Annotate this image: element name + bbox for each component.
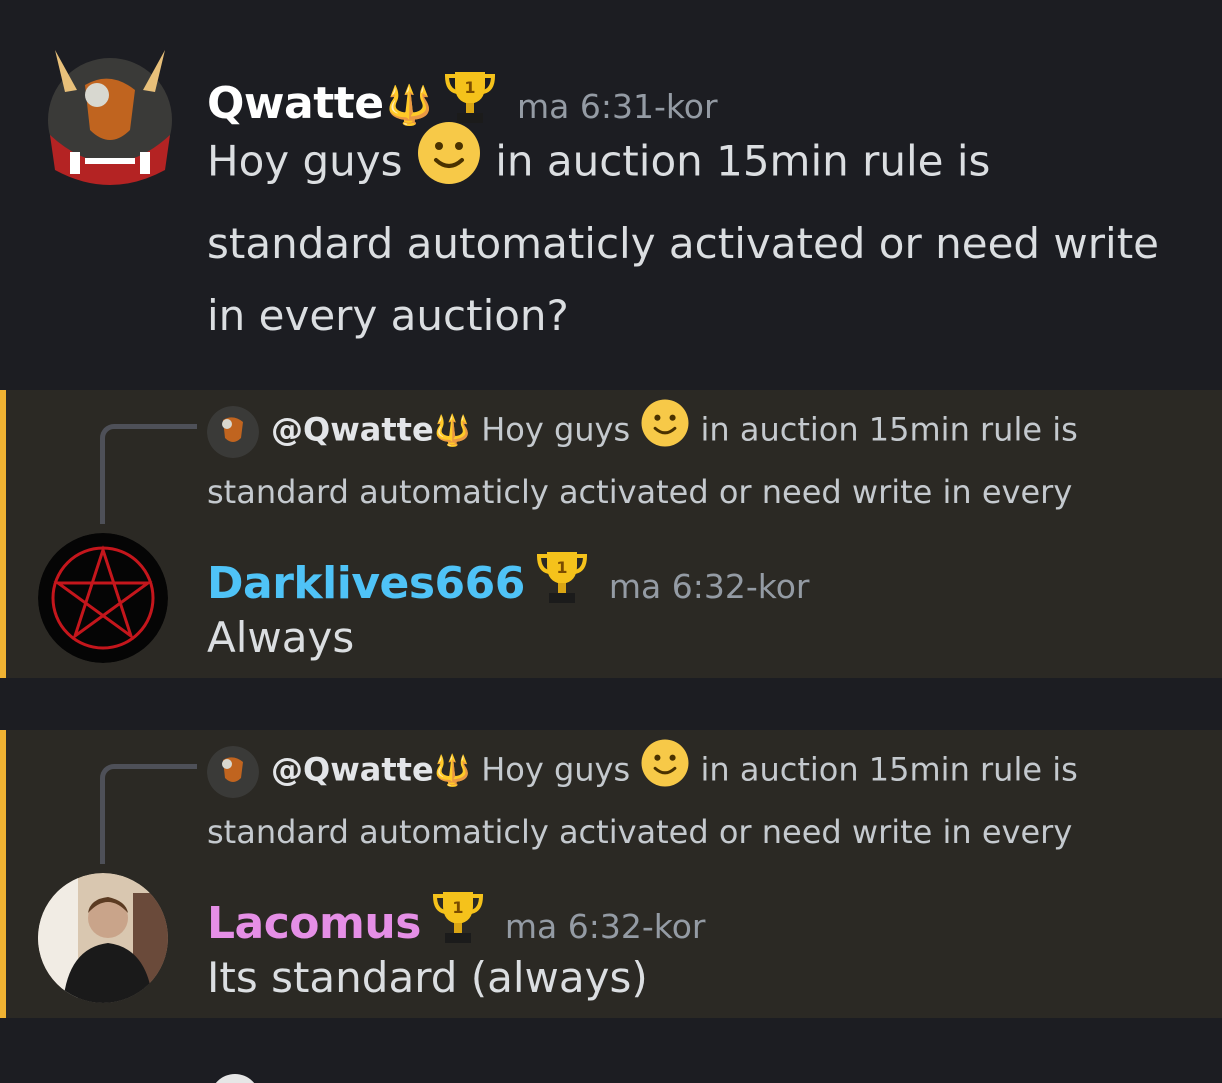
message-content: Always xyxy=(207,613,355,662)
avatar-qwatte-mini xyxy=(207,745,259,798)
slightly-smiling-face-icon xyxy=(640,398,690,465)
reply-preview[interactable]: @Qwatte🔱 Hoy guys in auction 15min rule … xyxy=(207,398,1197,520)
reply-spine xyxy=(100,764,197,864)
svg-text:1: 1 xyxy=(464,78,475,97)
reply-author[interactable]: @Qwatte xyxy=(271,411,434,449)
avatar-darklives666[interactable] xyxy=(38,533,168,663)
trophy-icon: 1 xyxy=(536,548,587,610)
reply-text: Hoy guys xyxy=(481,410,641,449)
message-header: Qwatte 🔱 1 ma 6:31-kor xyxy=(207,60,718,129)
message-content: Hoy guys in auction 15min rule is standa… xyxy=(207,120,1167,352)
reply-text: Hoy guys xyxy=(481,750,641,789)
timestamp: ma 6:32-kor xyxy=(608,567,810,606)
svg-text:1: 1 xyxy=(556,558,567,577)
message-header: Darklives666 1 ma 6:32-kor xyxy=(207,540,809,609)
trident-icon: 🔱 xyxy=(433,413,472,449)
message-lacomus[interactable]: @Qwatte🔱 Hoy guys in auction 15min rule … xyxy=(0,730,1222,1018)
reply-spine xyxy=(100,424,197,524)
message-header: Lacomus 1 ma 6:32-kor xyxy=(207,880,705,949)
avatar-lacomus[interactable] xyxy=(38,873,168,1003)
content-text: Hoy guys xyxy=(207,136,416,186)
slightly-smiling-face-icon xyxy=(416,120,482,208)
message-darklives666[interactable]: @Qwatte🔱 Hoy guys in auction 15min rule … xyxy=(0,390,1222,678)
trident-icon: 🔱 xyxy=(433,753,472,789)
slightly-smiling-face-icon xyxy=(640,738,690,805)
timestamp: ma 6:32-kor xyxy=(504,907,706,946)
reply-author[interactable]: @Qwatte xyxy=(271,751,434,789)
chat-log: Qwatte 🔱 1 ma 6:31-kor Hoy guys in aucti… xyxy=(0,0,1222,1083)
message-qwatte[interactable]: Qwatte 🔱 1 ma 6:31-kor Hoy guys in aucti… xyxy=(0,0,1222,390)
reply-preview[interactable]: @Qwatte🔱 Hoy guys in auction 15min rule … xyxy=(207,738,1197,860)
trophy-icon: 1 xyxy=(432,888,483,950)
next-message-avatar xyxy=(210,1074,260,1083)
avatar-qwatte-mini xyxy=(207,405,259,458)
avatar-qwatte[interactable] xyxy=(35,40,185,190)
message-content: Its standard (always) xyxy=(207,953,648,1002)
svg-text:1: 1 xyxy=(452,898,463,917)
